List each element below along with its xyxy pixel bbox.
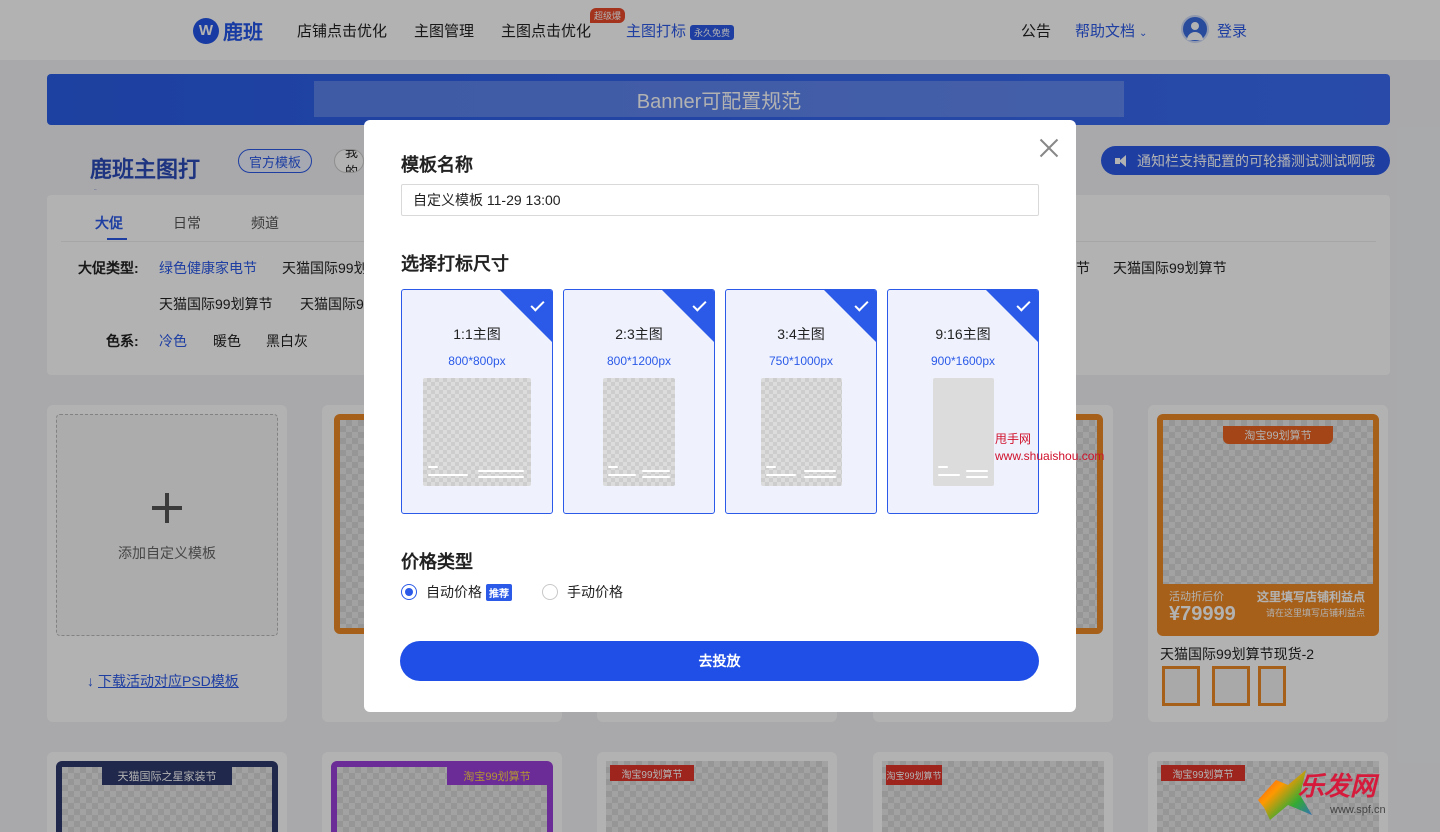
watermark-logo-url: www.spf.cn	[1330, 804, 1386, 816]
size-option-3-4[interactable]: 3:4主图 750*1000px	[725, 289, 877, 514]
radio-checked-icon	[401, 584, 417, 600]
preview-text-lines	[766, 466, 837, 482]
template-name-title: 模板名称	[401, 155, 473, 175]
template-config-modal: 模板名称 选择打标尺寸 1:1主图 800*800px 2:3主图 800*12…	[364, 120, 1076, 712]
size-label: 9:16主图	[935, 326, 991, 342]
preview-text-lines	[938, 466, 989, 482]
recommend-badge: 推荐	[486, 583, 512, 601]
price-manual-label: 手动价格	[567, 584, 623, 600]
watermark-text: 甩手网	[995, 432, 1032, 446]
watermark-logo-text: 乐发网	[1298, 771, 1377, 801]
price-type-title: 价格类型	[401, 552, 473, 572]
preview-text-lines	[428, 466, 526, 482]
price-auto-option[interactable]: 自动价格 推荐	[401, 582, 512, 602]
size-option-9-16[interactable]: 9:16主图 900*1600px	[887, 289, 1039, 514]
size-option-2-3[interactable]: 2:3主图 800*1200px	[563, 289, 715, 514]
size-preview-image	[933, 378, 994, 486]
size-select-title: 选择打标尺寸	[401, 254, 509, 274]
price-manual-option[interactable]: 手动价格	[542, 582, 623, 602]
close-icon[interactable]	[1038, 137, 1060, 159]
size-preview-image	[423, 378, 531, 486]
template-name-input[interactable]	[401, 184, 1039, 216]
submit-button[interactable]: 去投放	[400, 641, 1039, 681]
size-preview-image	[761, 378, 842, 486]
size-dims: 900*1600px	[930, 354, 996, 368]
size-dims: 800*800px	[448, 354, 506, 368]
size-dims: 750*1000px	[768, 354, 834, 368]
size-label: 1:1主图	[453, 326, 501, 342]
price-auto-label: 自动价格	[426, 584, 482, 600]
size-label: 2:3主图	[615, 326, 663, 342]
radio-unchecked-icon	[542, 584, 558, 600]
size-label: 3:4主图	[777, 326, 825, 342]
size-option-1-1[interactable]: 1:1主图 800*800px	[401, 289, 553, 514]
preview-text-lines	[608, 466, 670, 482]
size-preview-image	[603, 378, 675, 486]
size-dims: 800*1200px	[606, 354, 672, 368]
watermark-url: www.shuaishou.com	[995, 449, 1105, 463]
